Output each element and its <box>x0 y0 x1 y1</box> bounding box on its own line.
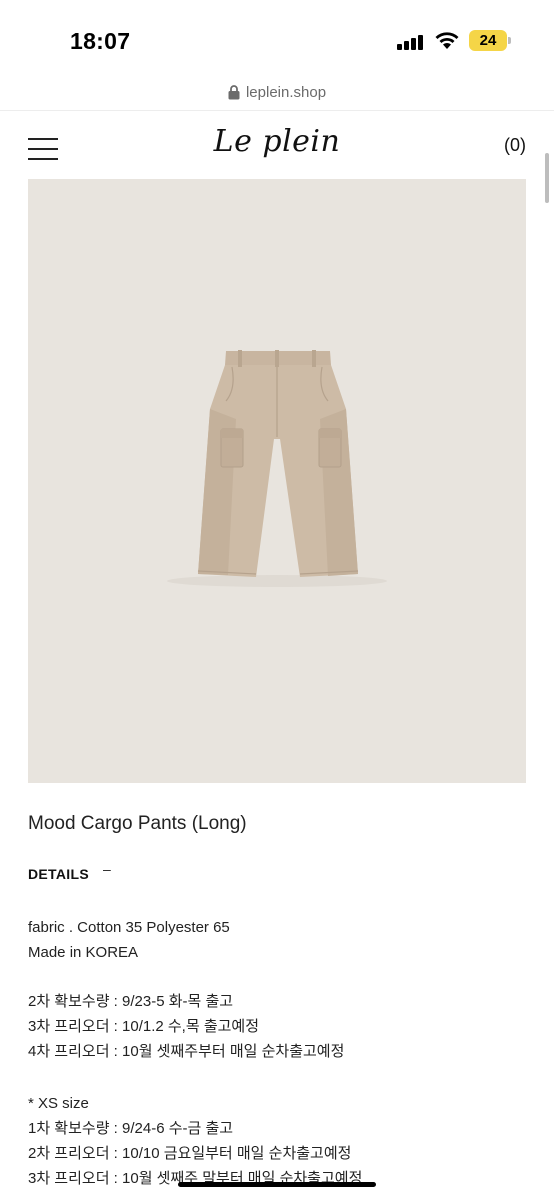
battery-tip <box>508 37 511 44</box>
shipping-line: 2차 확보수량 : 9/23-5 화-목 출고 <box>28 993 234 1010</box>
url-bar[interactable]: leplein.shop <box>0 80 554 104</box>
pants-illustration <box>167 350 387 587</box>
shipping-line: 1차 확보수량 : 9/24-6 수-금 출고 <box>28 1120 234 1137</box>
status-time: 18:07 <box>70 28 131 54</box>
site-header: Le plein (0) <box>0 112 554 176</box>
site-logo[interactable]: Le plein <box>0 124 554 159</box>
cart-count[interactable]: (0) <box>504 135 526 156</box>
lock-icon <box>228 84 240 99</box>
size-note: * XS size <box>28 1095 89 1112</box>
shipping-line: 2차 프리오더 : 10/10 금요일부터 매일 순차출고예정 <box>28 1145 352 1162</box>
signal-icon <box>397 34 425 50</box>
details-label[interactable]: DETAILS <box>28 866 89 882</box>
product-title: Mood Cargo Pants (Long) <box>28 813 247 834</box>
scrollbar[interactable] <box>545 153 549 203</box>
details-header[interactable]: DETAILS – <box>28 861 111 882</box>
fabric-line: fabric . Cotton 35 Polyester 65 <box>28 919 230 936</box>
origin-line: Made in KOREA <box>28 944 139 961</box>
battery-level: 24 <box>479 32 497 49</box>
battery-icon: 24 <box>469 30 507 51</box>
product-image[interactable] <box>28 179 526 783</box>
details-collapse-toggle[interactable]: – <box>103 861 111 877</box>
wifi-icon <box>435 32 459 49</box>
header-divider <box>0 110 554 111</box>
home-indicator[interactable] <box>178 1182 376 1187</box>
shipping-line: 4차 프리오더 : 10월 셋째주부터 매일 순차출고예정 <box>28 1043 345 1060</box>
shipping-line: 3차 프리오더 : 10/1.2 수,목 출고예정 <box>28 1018 260 1035</box>
status-bar: 18:07 24 <box>0 0 554 78</box>
url-text: leplein.shop <box>245 83 327 101</box>
